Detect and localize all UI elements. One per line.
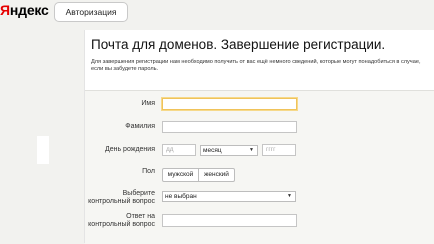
yandex-logo[interactable]: Яндекс: [0, 2, 49, 18]
birthday-month-value: месяц: [203, 147, 222, 154]
answer-input[interactable]: [162, 214, 297, 227]
birthday-month-select[interactable]: месяц ▼: [200, 145, 258, 156]
side-placeholder: [37, 136, 49, 164]
page-title: Почта для доменов. Завершение регистраци…: [91, 37, 386, 52]
intro-text: Для завершения регистрации нам необходим…: [91, 59, 421, 72]
registration-panel: Почта для доменов. Завершение регистраци…: [84, 30, 434, 244]
gender-female-button[interactable]: женский: [198, 168, 235, 182]
registration-form: Имя Фамилия День рождения дд месяц ▼ ггг…: [85, 90, 434, 244]
gender-male-button[interactable]: мужской: [162, 168, 199, 182]
first-name-input[interactable]: [162, 98, 297, 110]
first-name-label: Имя: [141, 100, 155, 107]
last-name-label: Фамилия: [125, 123, 155, 130]
question-label: Выберите контрольный вопрос: [88, 190, 155, 205]
answer-label: Ответ на контрольный вопрос: [88, 213, 155, 228]
question-value: не выбран: [165, 193, 197, 200]
gender-label: Пол: [142, 168, 155, 175]
chevron-down-icon: ▼: [249, 147, 254, 153]
top-header: Яндекс Авторизация: [0, 0, 434, 24]
chevron-down-icon: ▼: [287, 193, 292, 199]
authorization-tab[interactable]: Авторизация: [54, 2, 128, 22]
birthday-day-input[interactable]: дд: [162, 144, 196, 156]
birthday-year-input[interactable]: гггг: [262, 144, 296, 156]
last-name-input[interactable]: [162, 121, 297, 133]
birthday-label: День рождения: [104, 146, 155, 153]
question-select[interactable]: не выбран ▼: [162, 191, 296, 202]
